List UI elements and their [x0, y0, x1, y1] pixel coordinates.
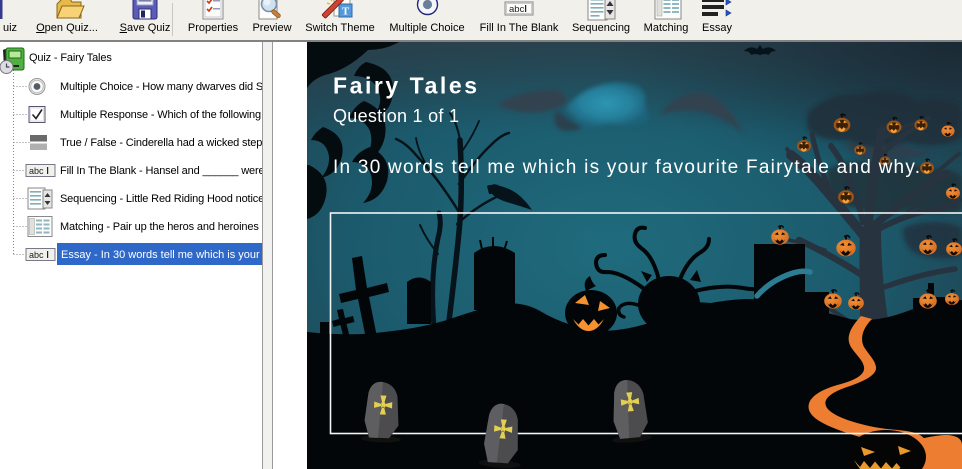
svg-text:abc: abc — [29, 250, 44, 260]
svg-text:abc: abc — [509, 4, 525, 15]
svg-text:Question 1 of 1: Question 1 of 1 — [333, 106, 459, 126]
svg-text:abc: abc — [29, 166, 44, 176]
svg-text:Fairy Tales: Fairy Tales — [333, 73, 477, 99]
svg-text:T: T — [342, 6, 350, 18]
svg-text:In 30 words tell me which is y: In 30 words tell me which is your favour… — [333, 157, 920, 178]
